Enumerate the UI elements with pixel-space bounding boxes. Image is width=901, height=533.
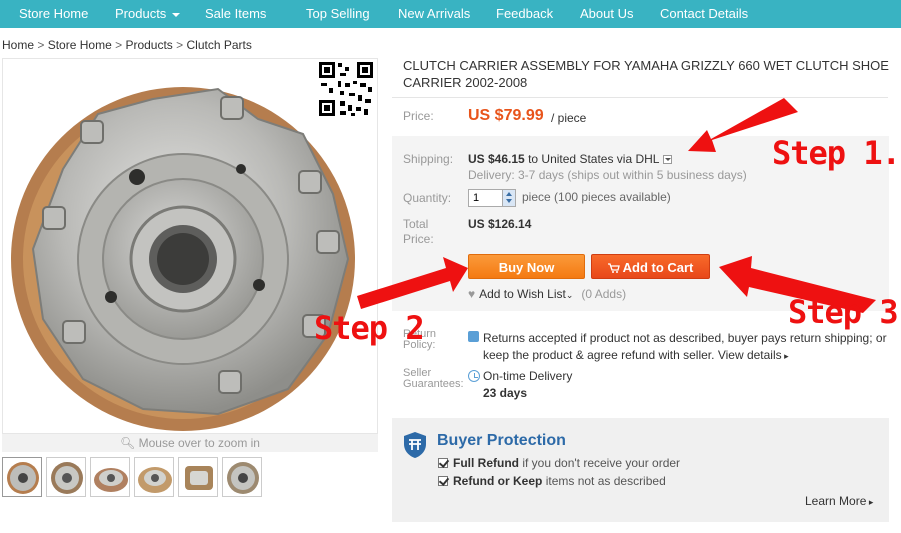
return-icon	[468, 331, 479, 342]
full-refund-bold: Full Refund	[453, 456, 519, 470]
heart-icon: ♥	[468, 287, 476, 301]
thumbnail-image	[7, 462, 39, 494]
nav-products-label: Products	[115, 6, 167, 21]
total-price-label: Total Price:	[403, 217, 434, 246]
thumbnail-image	[94, 468, 128, 492]
total-price-value: US $126.14	[468, 217, 532, 231]
ontime-delivery: On-time Delivery	[483, 369, 573, 383]
top-nav-bar: Store Home Products Sale Items Top Selli…	[0, 0, 901, 28]
shield-icon	[404, 432, 426, 458]
thumbnail-image	[185, 466, 213, 490]
breadcrumb-clutch-parts[interactable]: Clutch Parts	[187, 38, 252, 52]
shipping-value: US $46.15 to United States via DHL	[468, 152, 673, 166]
ontime-days: 23 days	[483, 386, 528, 400]
nav-top-selling[interactable]: Top Selling	[306, 0, 370, 28]
thumbnail-image	[51, 462, 83, 494]
refund-keep-text: items not as described	[545, 474, 666, 488]
step-3-label: Step 3.	[788, 293, 901, 331]
wishlist-count: (0 Adds)	[581, 287, 627, 301]
learn-more-link[interactable]: Learn More	[805, 494, 873, 508]
nav-products[interactable]: Products	[115, 0, 181, 28]
divider	[392, 97, 888, 98]
price-label: Price:	[403, 109, 434, 123]
full-refund-text: if you don't receive your order	[522, 456, 681, 470]
quantity-stepper[interactable]	[502, 190, 515, 206]
wishlist-label: Add to Wish List	[479, 287, 566, 301]
cart-icon	[607, 263, 620, 273]
thumbnail-image	[138, 467, 172, 493]
add-to-wishlist[interactable]: ♥ Add to Wish List⌄ (0 Adds)	[468, 287, 626, 301]
thumbnail-5[interactable]	[178, 457, 218, 497]
refund-keep-bold: Refund or Keep	[453, 474, 543, 488]
step-2-label: Step 2	[314, 309, 425, 347]
product-title: CLUTCH CARRIER ASSEMBLY FOR YAMAHA GRIZZ…	[403, 58, 889, 90]
nav-new-arrivals[interactable]: New Arrivals	[398, 0, 470, 28]
buy-now-button[interactable]: Buy Now	[468, 254, 585, 279]
breadcrumb: Home > Store Home > Products > Clutch Pa…	[2, 38, 252, 52]
return-policy-text: Returns accepted if product not as descr…	[483, 330, 888, 365]
breadcrumb-home[interactable]: Home	[2, 38, 34, 52]
thumbnail-4[interactable]	[134, 457, 174, 497]
checkbox-icon	[438, 476, 448, 486]
checkbox-icon	[438, 458, 448, 468]
breadcrumb-store-home[interactable]: Store Home	[48, 38, 112, 52]
zoom-hint-text: Mouse over to zoom in	[138, 436, 260, 450]
thumbnail-1[interactable]	[2, 457, 42, 497]
quantity-label: Quantity:	[403, 191, 452, 205]
thumbnail-6[interactable]	[222, 457, 262, 497]
magnifier-icon: 🔍︎	[120, 436, 136, 450]
full-refund-item: Full Refund if you don't receive your or…	[438, 456, 680, 470]
view-details-link[interactable]: View details	[718, 348, 789, 362]
thumbnail-3[interactable]	[90, 457, 130, 497]
breadcrumb-separator: >	[115, 38, 123, 52]
breadcrumb-products[interactable]: Products	[125, 38, 172, 52]
add-to-cart-label: Add to Cart	[622, 260, 694, 275]
clock-icon	[468, 370, 480, 382]
qr-code-icon	[318, 61, 374, 117]
price-unit: / piece	[551, 111, 587, 125]
nav-about-us[interactable]: About Us	[580, 0, 633, 28]
delivery-info: Delivery: 3-7 days (ships out within 5 b…	[468, 168, 747, 182]
return-policy-body: Returns accepted if product not as descr…	[483, 331, 887, 362]
nav-store-home[interactable]: Store Home	[19, 0, 88, 28]
nav-contact-details[interactable]: Contact Details	[660, 0, 748, 28]
chevron-down-icon: ⌄	[565, 290, 574, 300]
step-1-label: Step 1.	[772, 134, 901, 172]
shipping-cost: US $46.15	[468, 152, 525, 166]
chevron-down-icon	[172, 12, 181, 17]
breadcrumb-separator: >	[37, 38, 45, 52]
quantity-available: piece (100 pieces available)	[522, 190, 671, 204]
shipping-to: to	[528, 152, 539, 166]
breadcrumb-separator: >	[176, 38, 184, 52]
main-product-image[interactable]	[2, 58, 378, 434]
shipping-label: Shipping:	[403, 152, 454, 166]
zoom-hint-bar: 🔍︎ Mouse over to zoom in	[2, 434, 378, 452]
thumbnail-image	[227, 462, 259, 494]
price-value: US $79.99	[468, 107, 544, 124]
seller-guarantees-label: Seller Guarantees:	[403, 367, 464, 390]
nav-feedback[interactable]: Feedback	[496, 0, 553, 28]
thumbnail-2[interactable]	[46, 457, 86, 497]
shipping-destination[interactable]: United States via DHL	[541, 152, 659, 166]
nav-sale-items[interactable]: Sale Items	[205, 0, 266, 28]
buyer-protection-title: Buyer Protection	[437, 432, 566, 449]
shipping-dropdown-icon[interactable]	[663, 155, 673, 165]
add-to-cart-button[interactable]: Add to Cart	[591, 254, 710, 279]
refund-keep-item: Refund or Keep items not as described	[438, 474, 666, 488]
